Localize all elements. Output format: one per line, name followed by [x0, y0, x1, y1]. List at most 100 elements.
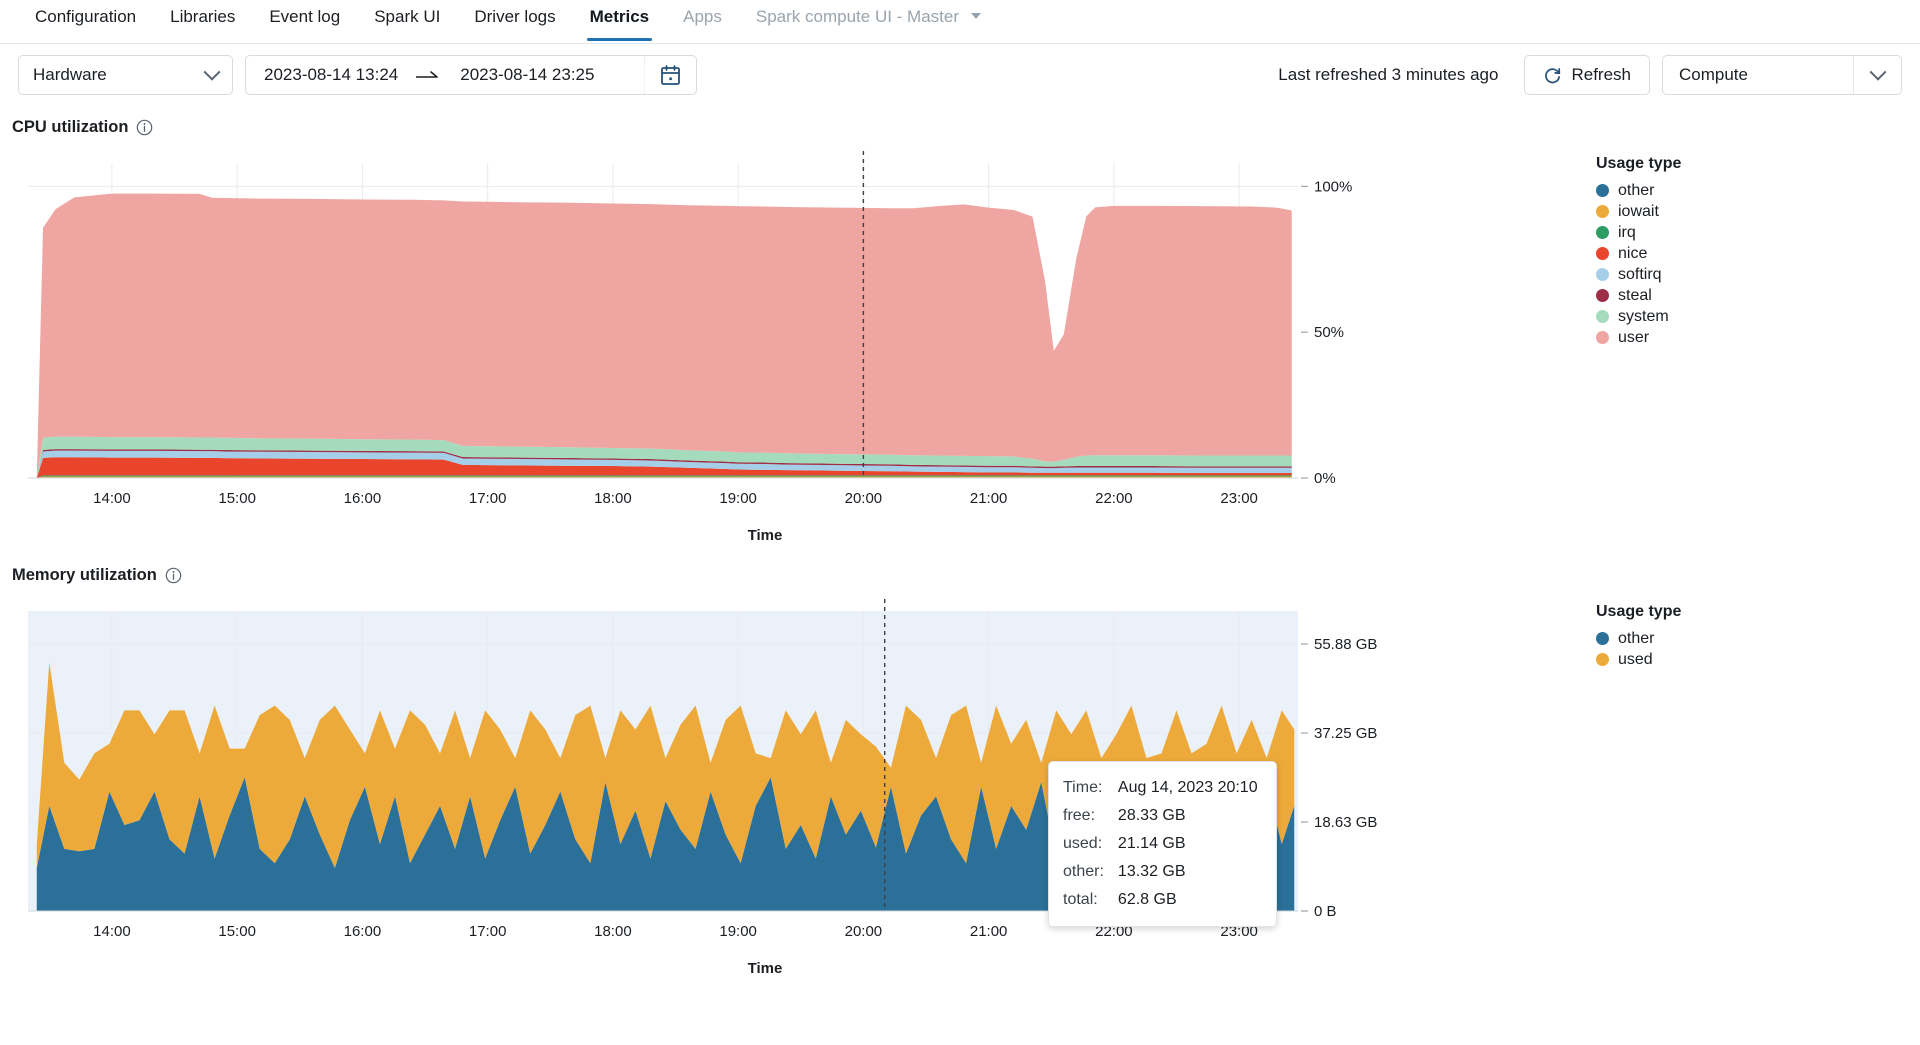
svg-text:0 B: 0 B [1314, 903, 1337, 920]
legend-color-swatch [1596, 226, 1609, 239]
cpu-utilization-title: CPU utilization [0, 106, 1920, 145]
memory-tooltip: Time: Aug 14, 2023 20:10 free: 28.33 GB … [1048, 761, 1277, 927]
tab-label: Metrics [589, 7, 650, 26]
cpu-chart-svg[interactable]: 14:00 15:00 16:00 17:00 18:00 19:00 20:00 21:00… [0, 145, 1570, 530]
memory-chart[interactable]: 14:00 15:00 16:00 17:00 18:00 19:00 20:00 21:00… [0, 593, 1570, 977]
svg-text:19:00: 19:00 [719, 490, 757, 507]
hardware-select-value: Hardware [33, 65, 107, 84]
svg-text:14:00: 14:00 [93, 923, 131, 940]
legend-item-used[interactable]: used [1596, 649, 1681, 670]
legend-item-user[interactable]: user [1596, 327, 1681, 348]
legend-item-label: user [1618, 328, 1650, 346]
tooltip-value: 28.33 GB [1117, 807, 1186, 824]
svg-text:23:00: 23:00 [1220, 490, 1258, 507]
svg-text:20:00: 20:00 [845, 923, 883, 940]
chevron-down-icon [203, 63, 221, 81]
legend-color-swatch [1596, 310, 1609, 323]
svg-text:20:00: 20:00 [845, 490, 883, 507]
tab-libraries[interactable]: Libraries [153, 0, 252, 41]
tab-metrics[interactable]: Metrics [573, 0, 667, 41]
svg-text:21:00: 21:00 [970, 923, 1008, 940]
refresh-icon [1545, 67, 1561, 83]
refresh-button[interactable]: Refresh [1524, 55, 1650, 95]
svg-text:15:00: 15:00 [218, 490, 256, 507]
compute-select-chevron[interactable] [1853, 56, 1901, 94]
svg-text:55.88 GB: 55.88 GB [1314, 636, 1377, 653]
legend-item-nice[interactable]: nice [1596, 243, 1681, 264]
legend-item-other[interactable]: other [1596, 180, 1681, 201]
legend-color-swatch [1596, 653, 1609, 666]
tooltip-row: used: 21.14 GB [1063, 830, 1258, 858]
tooltip-value: 21.14 GB [1117, 835, 1186, 852]
svg-text:37.25 GB: 37.25 GB [1314, 725, 1377, 742]
tooltip-key: Time: [1063, 779, 1103, 796]
info-icon[interactable] [136, 119, 153, 136]
tab-bar: Configuration Libraries Event log Spark … [0, 0, 1920, 44]
legend-item-label: system [1618, 307, 1669, 325]
legend-item-irq[interactable]: irq [1596, 222, 1681, 243]
tab-configuration[interactable]: Configuration [18, 0, 153, 41]
svg-text:17:00: 17:00 [469, 923, 507, 940]
legend-item-iowait[interactable]: iowait [1596, 201, 1681, 222]
legend-item-system[interactable]: system [1596, 306, 1681, 327]
tab-spark-compute-ui-master[interactable]: Spark compute UI - Master [739, 0, 998, 41]
tab-label: Libraries [170, 7, 236, 26]
tab-driver-logs[interactable]: Driver logs [457, 0, 572, 41]
tab-apps[interactable]: Apps [666, 0, 739, 41]
svg-text:16:00: 16:00 [344, 923, 382, 940]
tooltip-row: other: 13.32 GB [1063, 858, 1258, 886]
svg-text:19:00: 19:00 [719, 923, 757, 940]
info-icon[interactable] [165, 567, 182, 584]
legend-item-label: other [1618, 629, 1655, 647]
cpu-title-label: CPU utilization [12, 118, 129, 136]
chevron-down-icon [970, 12, 981, 19]
memory-chart-row: 14:00 15:00 16:00 17:00 18:00 19:00 20:00 21:00… [0, 593, 1920, 977]
legend-color-swatch [1596, 184, 1609, 197]
compute-select-value: Compute [1679, 65, 1748, 84]
svg-text:50%: 50% [1314, 324, 1344, 341]
svg-text:18.63 GB: 18.63 GB [1314, 814, 1377, 831]
svg-text:18:00: 18:00 [594, 490, 632, 507]
last-refreshed-label: Last refreshed 3 minutes ago [1278, 65, 1499, 84]
tab-spark-ui[interactable]: Spark UI [357, 0, 457, 41]
legend-item-label: used [1618, 650, 1653, 668]
legend-color-swatch [1596, 632, 1609, 645]
arrow-right-icon [416, 71, 439, 78]
legend-item-label: irq [1618, 223, 1636, 241]
legend-item-steal[interactable]: steal [1596, 285, 1681, 306]
legend-item-label: softirq [1618, 265, 1662, 283]
date-range-picker[interactable]: 2023-08-14 13:24 2023-08-14 23:25 [245, 55, 697, 95]
tooltip-value: Aug 14, 2023 20:10 [1117, 779, 1258, 796]
tab-label: Driver logs [474, 7, 556, 26]
tooltip-row: free: 28.33 GB [1063, 802, 1258, 830]
legend-color-swatch [1596, 289, 1609, 302]
date-to-value: 2023-08-14 23:25 [460, 65, 595, 84]
hardware-select[interactable]: Hardware [18, 55, 233, 95]
memory-chart-svg[interactable]: 14:00 15:00 16:00 17:00 18:00 19:00 20:00 21:00… [0, 593, 1570, 963]
legend-color-swatch [1596, 268, 1609, 281]
tooltip-key: used: [1063, 835, 1103, 852]
svg-text:18:00: 18:00 [594, 923, 632, 940]
svg-text:22:00: 22:00 [1095, 490, 1133, 507]
tab-event-log[interactable]: Event log [252, 0, 357, 41]
legend-item-softirq[interactable]: softirq [1596, 264, 1681, 285]
calendar-button[interactable] [644, 56, 696, 94]
svg-text:21:00: 21:00 [970, 490, 1008, 507]
memory-legend: Usage type other used [1596, 593, 1681, 670]
refresh-label: Refresh [1571, 65, 1631, 84]
legend-color-swatch [1596, 205, 1609, 218]
chevron-down-icon [1869, 63, 1886, 81]
cpu-chart-row: 14:00 15:00 16:00 17:00 18:00 19:00 20:00 21:00… [0, 145, 1920, 544]
legend-color-swatch [1596, 331, 1609, 344]
legend-item-other[interactable]: other [1596, 628, 1681, 649]
tab-label: Event log [269, 7, 341, 26]
memory-utilization-title: Memory utilization [0, 544, 1920, 593]
svg-text:17:00: 17:00 [469, 490, 507, 507]
cpu-chart[interactable]: 14:00 15:00 16:00 17:00 18:00 19:00 20:00 21:00… [0, 145, 1570, 544]
compute-select[interactable]: Compute [1662, 55, 1902, 95]
calendar-icon [661, 65, 680, 85]
tab-label: Spark compute UI - Master [755, 7, 960, 26]
memory-title-label: Memory utilization [12, 566, 157, 584]
legend-item-label: nice [1618, 244, 1648, 262]
svg-text:14:00: 14:00 [93, 490, 131, 507]
